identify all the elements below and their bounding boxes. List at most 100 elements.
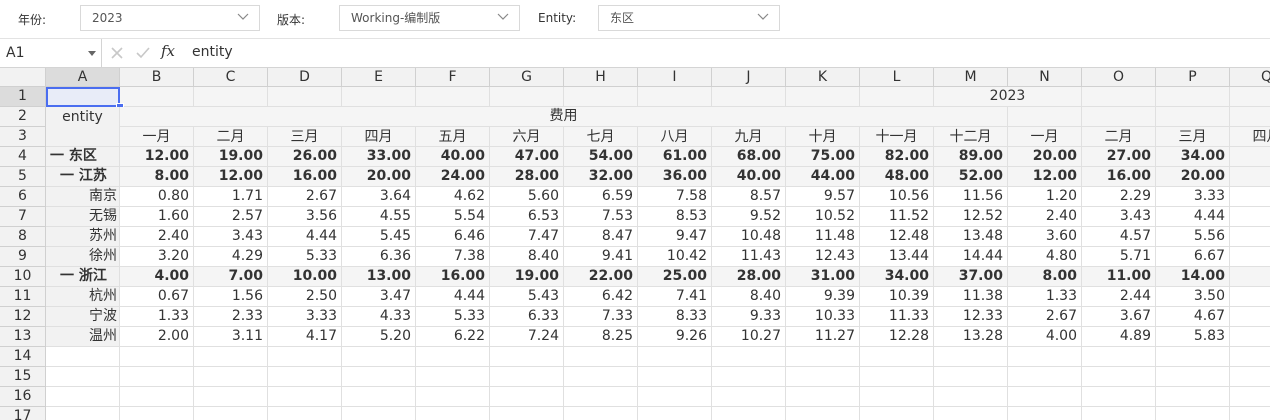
cell[interactable] — [194, 387, 268, 407]
row-header-4[interactable]: 4 — [0, 147, 46, 167]
cell[interactable] — [638, 367, 712, 387]
cell[interactable] — [934, 367, 1008, 387]
data-cell[interactable]: 7.53 — [564, 207, 638, 227]
data-cell[interactable]: 11.48 — [786, 227, 860, 247]
cell[interactable] — [342, 387, 416, 407]
select-all-corner[interactable] — [0, 68, 46, 87]
data-cell[interactable]: 9.47 — [638, 227, 712, 247]
data-cell[interactable]: 4.80 — [1008, 247, 1082, 267]
data-cell[interactable]: 12.28 — [860, 327, 934, 347]
data-cell[interactable]: 2 — [1230, 167, 1270, 187]
column-header-n[interactable]: N — [1008, 68, 1082, 87]
cell[interactable] — [268, 387, 342, 407]
data-cell[interactable]: 5.71 — [1082, 247, 1156, 267]
data-cell[interactable]: 1.56 — [194, 287, 268, 307]
column-header-q[interactable]: Q — [1230, 68, 1270, 87]
cell[interactable] — [638, 347, 712, 367]
cell[interactable] — [712, 87, 786, 107]
data-cell[interactable]: 36.00 — [638, 167, 712, 187]
cell[interactable] — [1008, 367, 1082, 387]
row-header-9[interactable]: 9 — [0, 247, 46, 267]
cell[interactable] — [786, 387, 860, 407]
row-header-10[interactable]: 10 — [0, 267, 46, 287]
data-cell[interactable]: 19.00 — [490, 267, 564, 287]
data-cell[interactable]: 12.52 — [934, 207, 1008, 227]
cell[interactable] — [1082, 387, 1156, 407]
data-cell[interactable]: 2.67 — [268, 187, 342, 207]
cell[interactable] — [268, 407, 342, 420]
data-cell[interactable]: 6.53 — [490, 207, 564, 227]
cell[interactable] — [1082, 347, 1156, 367]
column-header-e[interactable]: E — [342, 68, 416, 87]
data-cell[interactable]: 32.00 — [564, 167, 638, 187]
data-cell[interactable]: 14.00 — [1156, 267, 1230, 287]
data-cell[interactable] — [1230, 287, 1270, 307]
data-cell[interactable]: 24.00 — [416, 167, 490, 187]
column-header-a[interactable]: A — [46, 68, 120, 87]
data-cell[interactable]: 31.00 — [786, 267, 860, 287]
data-cell[interactable]: 34.00 — [1156, 147, 1230, 167]
data-cell[interactable]: 0.80 — [120, 187, 194, 207]
cell[interactable] — [564, 367, 638, 387]
cell[interactable] — [1008, 407, 1082, 420]
data-cell[interactable] — [1230, 187, 1270, 207]
data-cell[interactable]: 3.33 — [1156, 187, 1230, 207]
cell[interactable] — [490, 407, 564, 420]
data-cell[interactable]: 5.83 — [1156, 327, 1230, 347]
data-cell[interactable]: 75.00 — [786, 147, 860, 167]
data-cell[interactable]: 16.00 — [1082, 167, 1156, 187]
year-select[interactable]: 2023 — [80, 5, 260, 31]
column-header-p[interactable]: P — [1156, 68, 1230, 87]
data-cell[interactable]: 9.26 — [638, 327, 712, 347]
cell[interactable] — [860, 87, 934, 107]
cell[interactable] — [490, 347, 564, 367]
data-cell[interactable]: 4.29 — [194, 247, 268, 267]
data-cell[interactable]: 2.44 — [1082, 287, 1156, 307]
data-cell[interactable]: 5.54 — [416, 207, 490, 227]
column-header-m[interactable]: M — [934, 68, 1008, 87]
data-cell[interactable]: 9.57 — [786, 187, 860, 207]
data-cell[interactable]: 9.52 — [712, 207, 786, 227]
data-cell[interactable]: 9.39 — [786, 287, 860, 307]
data-cell[interactable]: 4.62 — [416, 187, 490, 207]
cell[interactable] — [342, 347, 416, 367]
data-cell[interactable] — [1230, 247, 1270, 267]
data-cell[interactable]: 2.50 — [268, 287, 342, 307]
cell[interactable] — [194, 367, 268, 387]
cell[interactable] — [490, 87, 564, 107]
data-cell[interactable]: 82.00 — [860, 147, 934, 167]
data-cell[interactable]: 10.48 — [712, 227, 786, 247]
cell[interactable] — [1156, 87, 1230, 107]
data-cell[interactable]: 2.40 — [1008, 207, 1082, 227]
cell[interactable] — [1230, 407, 1270, 420]
cell[interactable] — [638, 87, 712, 107]
data-cell[interactable]: 6.59 — [564, 187, 638, 207]
data-cell[interactable]: 34.00 — [860, 267, 934, 287]
data-cell[interactable]: 0.67 — [120, 287, 194, 307]
data-cell[interactable]: 8.25 — [564, 327, 638, 347]
data-cell[interactable]: 89.00 — [934, 147, 1008, 167]
data-cell[interactable]: 9.33 — [712, 307, 786, 327]
row-header-12[interactable]: 12 — [0, 307, 46, 327]
data-cell[interactable]: 19.00 — [194, 147, 268, 167]
row-header-1[interactable]: 1 — [0, 87, 46, 107]
data-cell[interactable]: 7.00 — [194, 267, 268, 287]
cell[interactable] — [342, 87, 416, 107]
data-cell[interactable]: 12.00 — [1008, 167, 1082, 187]
cell[interactable] — [786, 407, 860, 420]
row-header-2[interactable]: 2 — [0, 107, 46, 127]
data-cell[interactable]: 1.60 — [120, 207, 194, 227]
data-cell[interactable]: 2.40 — [120, 227, 194, 247]
data-cell[interactable]: 5.56 — [1156, 227, 1230, 247]
data-cell[interactable]: 28.00 — [712, 267, 786, 287]
cell[interactable] — [860, 407, 934, 420]
data-cell[interactable]: 3.11 — [194, 327, 268, 347]
data-cell[interactable]: 13.48 — [934, 227, 1008, 247]
data-cell[interactable]: 8.40 — [712, 287, 786, 307]
cell[interactable] — [1230, 367, 1270, 387]
cell[interactable] — [490, 367, 564, 387]
data-cell[interactable]: 12.00 — [120, 147, 194, 167]
data-cell[interactable]: 5.20 — [342, 327, 416, 347]
data-cell[interactable]: 40.00 — [712, 167, 786, 187]
cell[interactable] — [1082, 407, 1156, 420]
